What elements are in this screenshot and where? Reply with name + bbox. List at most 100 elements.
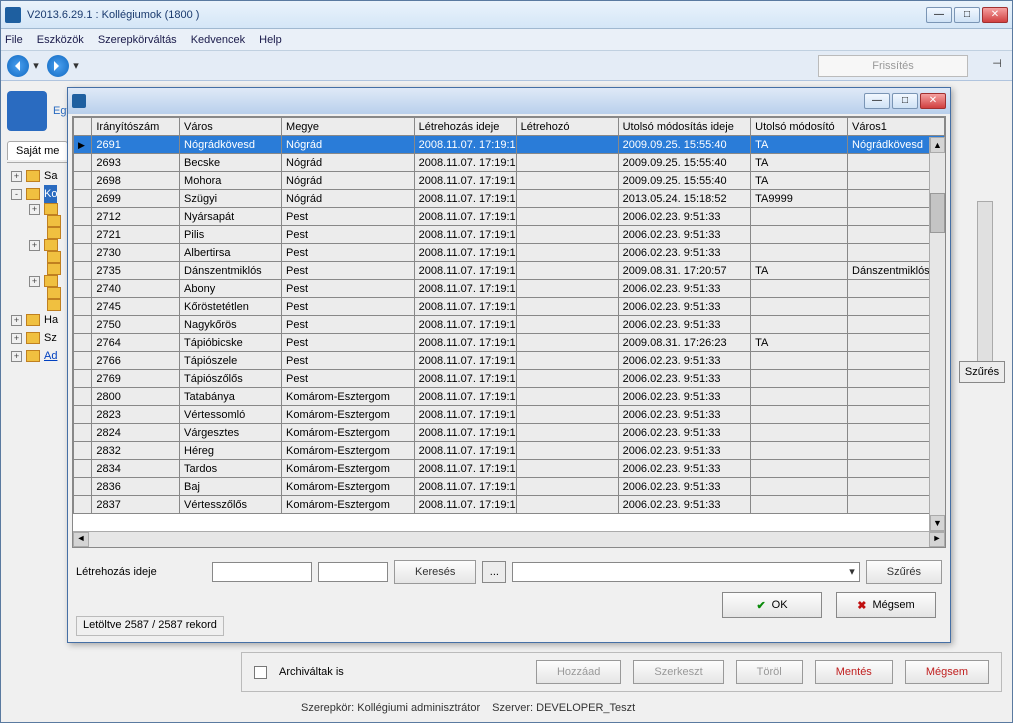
cell-creator[interactable] <box>516 370 618 388</box>
menu-tools[interactable]: Eszközök <box>37 34 84 46</box>
filter-button[interactable]: Szűrés <box>866 560 942 584</box>
cell-county[interactable]: Komárom-Esztergom <box>282 406 415 424</box>
cell-city[interactable]: Várgesztes <box>180 424 282 442</box>
nav-back-dropdown[interactable]: ▾ <box>31 55 41 77</box>
cell-modifier[interactable]: TA <box>751 172 848 190</box>
cell-zip[interactable]: 2699 <box>92 190 180 208</box>
search-to-input[interactable] <box>318 562 388 582</box>
cell-city[interactable]: Dánszentmiklós <box>180 262 282 280</box>
cell-created[interactable]: 2008.11.07. 17:19:1 <box>414 442 516 460</box>
cell-zip[interactable]: 2836 <box>92 478 180 496</box>
cell-creator[interactable] <box>516 406 618 424</box>
cell-zip[interactable]: 2769 <box>92 370 180 388</box>
cell-creator[interactable] <box>516 478 618 496</box>
col-header[interactable]: Város <box>180 118 282 136</box>
scroll-thumb[interactable] <box>930 193 945 233</box>
table-row[interactable]: 2834TardosKomárom-Esztergom2008.11.07. 1… <box>74 460 945 478</box>
cell-creator[interactable] <box>516 316 618 334</box>
cell-zip[interactable]: 2721 <box>92 226 180 244</box>
cell-county[interactable]: Pest <box>282 370 415 388</box>
cell-county[interactable]: Pest <box>282 316 415 334</box>
table-row[interactable]: 2836BajKomárom-Esztergom2008.11.07. 17:1… <box>74 478 945 496</box>
cell-modifier[interactable] <box>751 460 848 478</box>
table-row[interactable]: 2735DánszentmiklósPest2008.11.07. 17:19:… <box>74 262 945 280</box>
table-row[interactable]: 2769TápiószőlősPest2008.11.07. 17:19:120… <box>74 370 945 388</box>
delete-button[interactable]: Töröl <box>736 660 803 684</box>
menu-file[interactable]: File <box>5 34 23 46</box>
scroll-right-icon[interactable]: ► <box>929 532 945 547</box>
cell-modified[interactable]: 2006.02.23. 9:51:33 <box>618 280 751 298</box>
cell-modified[interactable]: 2006.02.23. 9:51:33 <box>618 298 751 316</box>
cell-county[interactable]: Komárom-Esztergom <box>282 496 415 514</box>
cell-modified[interactable]: 2006.02.23. 9:51:33 <box>618 388 751 406</box>
cell-creator[interactable] <box>516 172 618 190</box>
cell-created[interactable]: 2008.11.07. 17:19:1 <box>414 298 516 316</box>
cell-modifier[interactable] <box>751 316 848 334</box>
cell-county[interactable]: Pest <box>282 226 415 244</box>
cell-zip[interactable]: 2693 <box>92 154 180 172</box>
add-button[interactable]: Hozzáad <box>536 660 621 684</box>
search-button[interactable]: Keresés <box>394 560 476 584</box>
cell-modified[interactable]: 2006.02.23. 9:51:33 <box>618 316 751 334</box>
cell-county[interactable]: Komárom-Esztergom <box>282 388 415 406</box>
cell-city[interactable]: Abony <box>180 280 282 298</box>
cell-modifier[interactable] <box>751 280 848 298</box>
cell-created[interactable]: 2008.11.07. 17:19:1 <box>414 280 516 298</box>
cell-city[interactable]: Mohora <box>180 172 282 190</box>
cell-modified[interactable]: 2006.02.23. 9:51:33 <box>618 478 751 496</box>
cell-zip[interactable]: 2745 <box>92 298 180 316</box>
col-header[interactable]: Város1 <box>848 118 945 136</box>
cell-created[interactable]: 2008.11.07. 17:19:1 <box>414 190 516 208</box>
expand-icon[interactable]: + <box>29 240 40 251</box>
cell-modifier[interactable] <box>751 478 848 496</box>
cell-creator[interactable] <box>516 442 618 460</box>
cell-modifier[interactable]: TA <box>751 154 848 172</box>
data-grid[interactable]: IrányítószámVárosMegyeLétrehozás idejeLé… <box>72 116 946 548</box>
cell-created[interactable]: 2008.11.07. 17:19:1 <box>414 460 516 478</box>
close-button[interactable]: ✕ <box>982 7 1008 23</box>
cell-modified[interactable]: 2006.02.23. 9:51:33 <box>618 442 751 460</box>
table-row[interactable]: 2824VárgesztesKomárom-Esztergom2008.11.0… <box>74 424 945 442</box>
cell-creator[interactable] <box>516 280 618 298</box>
expand-icon[interactable]: + <box>11 315 22 326</box>
cell-zip[interactable]: 2698 <box>92 172 180 190</box>
cell-creator[interactable] <box>516 244 618 262</box>
cell-created[interactable]: 2008.11.07. 17:19:1 <box>414 226 516 244</box>
table-row[interactable]: 2837VértesszőlősKomárom-Esztergom2008.11… <box>74 496 945 514</box>
cell-zip[interactable]: 2691 <box>92 136 180 154</box>
cell-created[interactable]: 2008.11.07. 17:19:1 <box>414 406 516 424</box>
table-row[interactable]: 2745KőröstetétlenPest2008.11.07. 17:19:1… <box>74 298 945 316</box>
cell-city[interactable]: Tatabánya <box>180 388 282 406</box>
cell-city[interactable]: Tápiószőlős <box>180 370 282 388</box>
nav-forward-button[interactable] <box>47 55 69 77</box>
table-row[interactable]: 2750NagykőrösPest2008.11.07. 17:19:12006… <box>74 316 945 334</box>
dialog-close-button[interactable]: ✕ <box>920 93 946 109</box>
cell-zip[interactable]: 2766 <box>92 352 180 370</box>
expand-icon[interactable]: + <box>29 276 40 287</box>
tree-sz[interactable]: Sz <box>44 329 57 347</box>
cell-created[interactable]: 2008.11.07. 17:19:1 <box>414 334 516 352</box>
table-row[interactable]: 2766TápiószelePest2008.11.07. 17:19:1200… <box>74 352 945 370</box>
cancel-button[interactable]: ✖Mégsem <box>836 592 936 618</box>
cell-creator[interactable] <box>516 190 618 208</box>
cell-created[interactable]: 2008.11.07. 17:19:1 <box>414 370 516 388</box>
cell-city[interactable]: Nógrádkövesd <box>180 136 282 154</box>
cell-created[interactable]: 2008.11.07. 17:19:1 <box>414 262 516 280</box>
refresh-button[interactable]: Frissítés <box>818 55 968 77</box>
cell-zip[interactable]: 2764 <box>92 334 180 352</box>
dialog-minimize-button[interactable]: — <box>864 93 890 109</box>
cell-city[interactable]: Tápiószele <box>180 352 282 370</box>
cell-creator[interactable] <box>516 298 618 316</box>
cell-modified[interactable]: 2006.02.23. 9:51:33 <box>618 244 751 262</box>
cell-modified[interactable]: 2009.08.31. 17:26:23 <box>618 334 751 352</box>
ok-button[interactable]: ✔OK <box>722 592 822 618</box>
scroll-left-icon[interactable]: ◄ <box>73 532 89 547</box>
cell-county[interactable]: Pest <box>282 280 415 298</box>
filter-right-button[interactable]: Szűrés <box>959 361 1005 383</box>
col-header[interactable]: Irányítószám <box>92 118 180 136</box>
cell-county[interactable]: Nógrád <box>282 154 415 172</box>
expand-icon[interactable]: + <box>11 351 22 362</box>
cell-creator[interactable] <box>516 136 618 154</box>
cell-city[interactable]: Becske <box>180 154 282 172</box>
scroll-down-icon[interactable]: ▼ <box>930 515 945 531</box>
